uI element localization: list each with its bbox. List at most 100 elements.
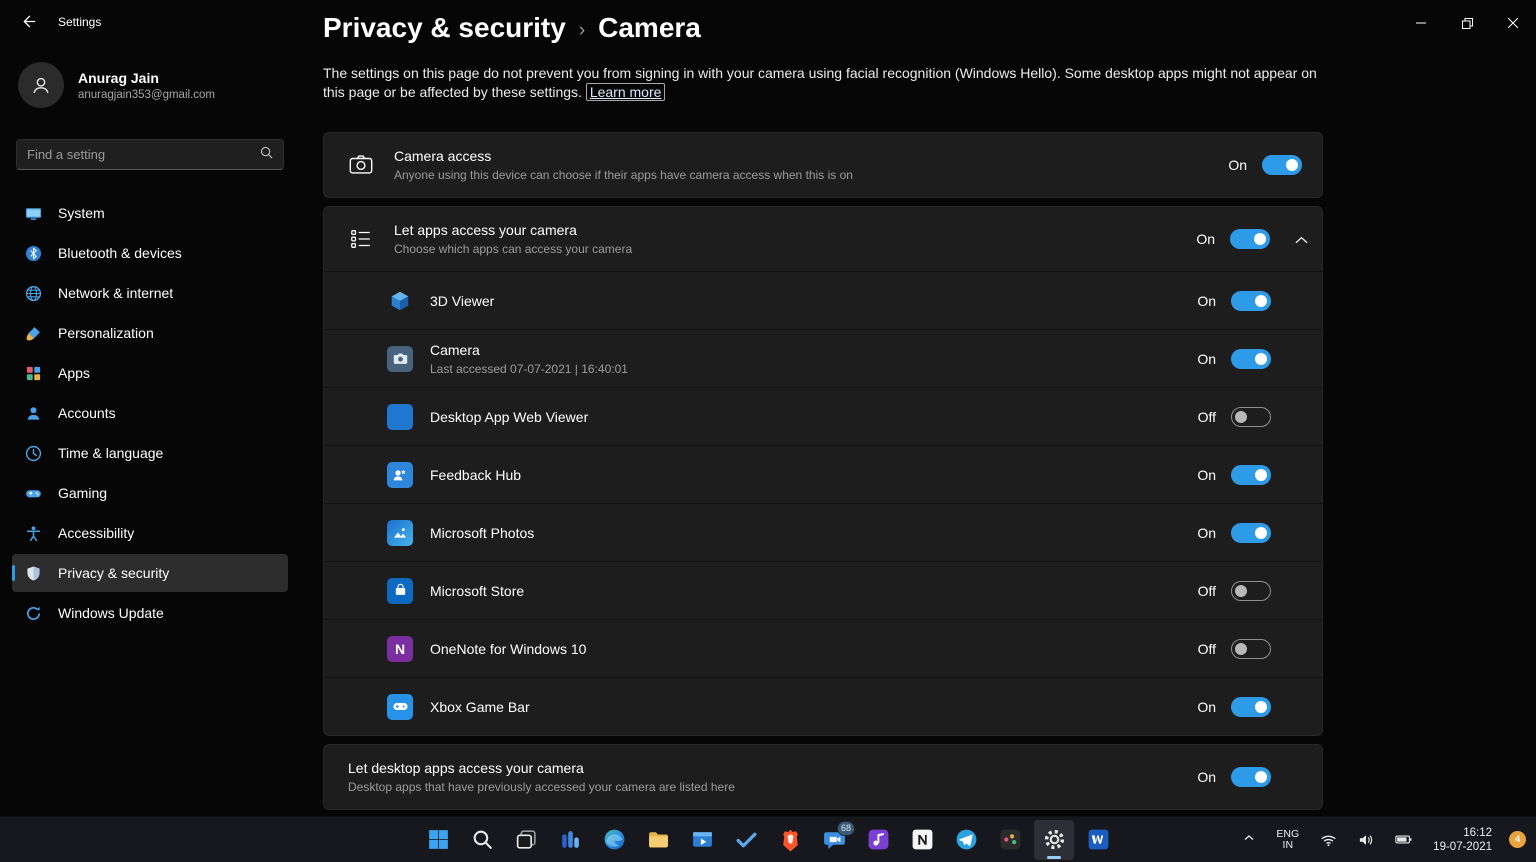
notification-badge[interactable]: 4 (1509, 831, 1526, 848)
wifi-icon[interactable] (1316, 829, 1341, 851)
office-icon-glyph-icon (558, 827, 583, 852)
word-icon[interactable] (1078, 820, 1118, 860)
breadcrumb-parent[interactable]: Privacy & security (323, 12, 566, 44)
start-button[interactable] (418, 820, 458, 860)
search-button[interactable] (462, 820, 502, 860)
tray-time: 16:12 (1433, 826, 1492, 840)
file-explorer-icon[interactable] (638, 820, 678, 860)
app-permission-row: 3D Viewer On (324, 271, 1322, 329)
description-text: The settings on this page do not prevent… (323, 65, 1317, 100)
chat-icon[interactable]: 68 (814, 820, 854, 860)
search-input[interactable] (27, 147, 260, 162)
apps-icon (25, 365, 42, 382)
maximize-button[interactable] (1444, 0, 1490, 46)
todo-icon[interactable] (726, 820, 766, 860)
app-permission-row: Camera Last accessed 07-07-2021 | 16:40:… (324, 329, 1322, 387)
app-name: OneNote for Windows 10 (430, 641, 1198, 657)
emoji-icon-glyph-icon (998, 827, 1023, 852)
language-indicator[interactable]: ENG IN (1272, 825, 1303, 855)
desktop-apps-card: Let desktop apps access your camera Desk… (323, 744, 1323, 810)
toggle-state-label: On (1196, 231, 1215, 247)
brave-icon[interactable] (770, 820, 810, 860)
language-line1: ENG (1276, 829, 1299, 840)
music-icon[interactable] (858, 820, 898, 860)
selected-indicator (12, 565, 15, 581)
learn-more-link[interactable]: Learn more (586, 83, 666, 101)
app-toggle[interactable] (1231, 523, 1271, 543)
sidebar-item-label: Apps (58, 365, 90, 381)
toggle-state-label: On (1197, 525, 1216, 541)
tray-chevron-button[interactable] (1239, 828, 1259, 851)
edge-icon[interactable] (594, 820, 634, 860)
close-button[interactable] (1490, 0, 1536, 46)
sidebar-item-label: Accounts (58, 405, 116, 421)
bluetooth-icon (25, 245, 42, 262)
telegram-icon-glyph-icon (954, 827, 979, 852)
todo-icon-glyph-icon (734, 827, 759, 852)
sidebar-item-system[interactable]: System (12, 194, 288, 232)
sidebar-item-time-language[interactable]: Time & language (12, 434, 288, 472)
sidebar-item-windows-update[interactable]: Windows Update (12, 594, 288, 632)
app-toggle[interactable] (1231, 291, 1271, 311)
camera-icon (348, 152, 374, 178)
user-profile[interactable]: Anurag Jain anuragjain353@gmail.com (16, 58, 284, 112)
sidebar-item-label: Gaming (58, 485, 107, 501)
movies-tv-icon[interactable] (682, 820, 722, 860)
sidebar-item-apps[interactable]: Apps (12, 354, 288, 392)
word-icon-glyph-icon (1086, 827, 1111, 852)
app-name: Xbox Game Bar (430, 699, 1197, 715)
telegram-icon[interactable] (946, 820, 986, 860)
app-last-accessed: Last accessed 07-07-2021 | 16:40:01 (430, 362, 1197, 376)
personalization-icon (25, 325, 42, 342)
breadcrumb: Privacy & security › Camera (323, 12, 1536, 44)
sidebar-item-bluetooth-devices[interactable]: Bluetooth & devices (12, 234, 288, 272)
toggle-state-label: On (1197, 699, 1216, 715)
office-icon[interactable] (550, 820, 590, 860)
sidebar-item-gaming[interactable]: Gaming (12, 474, 288, 512)
music-icon-glyph-icon (866, 827, 891, 852)
sidebar-item-accounts[interactable]: Accounts (12, 394, 288, 432)
desktop-apps-toggle[interactable] (1231, 767, 1271, 787)
clock[interactable]: 16:12 19-07-2021 (1429, 822, 1496, 858)
app-toggle[interactable] (1231, 639, 1271, 659)
battery-icon[interactable] (1391, 830, 1416, 849)
movies-tv-icon-glyph-icon (690, 827, 715, 852)
start-glyph-icon (426, 827, 451, 852)
sidebar-item-privacy-security[interactable]: Privacy & security (12, 554, 288, 592)
volume-icon[interactable] (1354, 829, 1378, 851)
app-permission-row: Microsoft Store Off (324, 561, 1322, 619)
tray-date: 19-07-2021 (1433, 840, 1492, 854)
sidebar-item-accessibility[interactable]: Accessibility (12, 514, 288, 552)
sidebar: Anurag Jain anuragjain353@gmail.com Syst… (0, 48, 300, 816)
avatar (18, 62, 64, 108)
sidebar-nav: System Bluetooth & devices Network & int… (0, 194, 300, 632)
accounts-icon (25, 405, 42, 422)
notion-icon[interactable] (902, 820, 942, 860)
let-apps-access-row: Let apps access your camera Choose which… (324, 207, 1322, 271)
app-toggle[interactable] (1231, 581, 1271, 601)
collapse-button[interactable] (1294, 232, 1308, 247)
profile-text: Anurag Jain anuragjain353@gmail.com (78, 70, 215, 101)
app-toggle[interactable] (1231, 465, 1271, 485)
emoji-icon[interactable] (990, 820, 1030, 860)
settings-icon[interactable] (1034, 820, 1074, 860)
setting-subtitle: Choose which apps can access your camera (394, 242, 1196, 256)
app-permission-list: 3D Viewer On Camera Last accessed 07-07-… (324, 271, 1322, 735)
sidebar-item-personalization[interactable]: Personalization (12, 314, 288, 352)
app-toggle[interactable] (1231, 349, 1271, 369)
let-apps-toggle[interactable] (1230, 229, 1270, 249)
chevron-up-icon (1243, 832, 1255, 847)
setting-title: Camera access (394, 148, 1228, 164)
toggle-state-label: Off (1198, 409, 1216, 425)
minimize-button[interactable] (1398, 0, 1444, 46)
task-view-button[interactable] (506, 820, 546, 860)
back-button[interactable] (10, 6, 48, 40)
gaming-icon (25, 485, 42, 502)
app-toggle[interactable] (1231, 407, 1271, 427)
app-list-icon (348, 226, 374, 252)
toggle-knob (1235, 585, 1247, 597)
search-icon (260, 146, 273, 164)
sidebar-item-network-internet[interactable]: Network & internet (12, 274, 288, 312)
app-toggle[interactable] (1231, 697, 1271, 717)
camera-access-toggle[interactable] (1262, 155, 1302, 175)
